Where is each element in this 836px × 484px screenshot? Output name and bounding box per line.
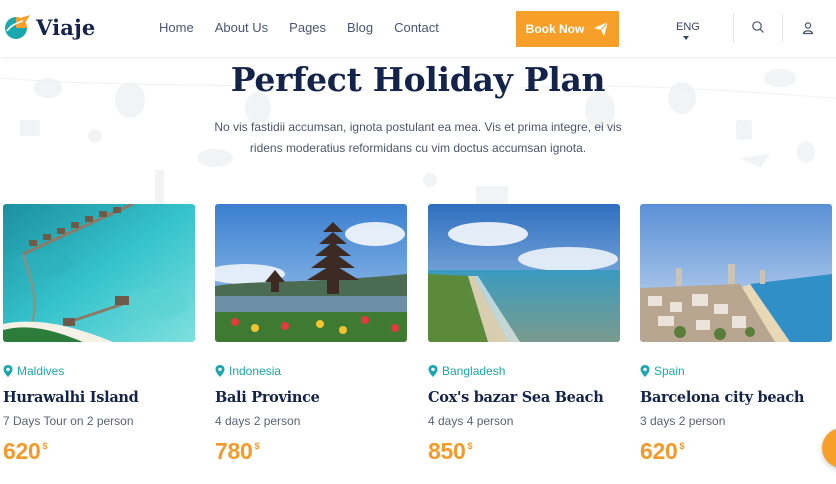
tour-card[interactable]: Indonesia Bali Province 4 days 2 person …	[215, 204, 407, 465]
user-icon[interactable]	[801, 21, 815, 35]
page-subtitle: No vis fastidii accumsan, ignota postula…	[214, 120, 622, 155]
tour-title[interactable]: Cox's bazar Sea Beach	[428, 389, 620, 406]
divider	[782, 14, 783, 42]
tour-location: Maldives	[3, 364, 195, 378]
brand-name: Viaje	[36, 14, 96, 40]
nav-item-pages[interactable]: Pages	[289, 20, 326, 35]
tour-location: Spain	[640, 364, 832, 378]
main-nav: Home About Us Pages Blog Contact	[159, 20, 439, 35]
map-pin-icon	[428, 365, 438, 377]
tour-price: 620 $	[640, 438, 832, 465]
tour-location-label: Spain	[654, 364, 685, 378]
tour-image-spain[interactable]	[640, 204, 832, 342]
tour-duration: 4 days 4 person	[428, 414, 514, 428]
tour-card[interactable]: Spain Barcelona city beach 3 days 2 pers…	[640, 204, 832, 465]
tour-card[interactable]: Bangladesh Cox's bazar Sea Beach 4 days …	[428, 204, 620, 465]
map-pin-icon	[215, 365, 225, 377]
tour-duration: 7 Days Tour on 2 person	[3, 414, 134, 428]
tour-duration: 4 days 2 person	[215, 414, 301, 428]
tour-duration: 3 days 2 person	[640, 414, 726, 428]
paper-plane-icon	[594, 21, 609, 36]
price-currency: $	[467, 441, 473, 451]
map-pin-icon	[640, 365, 650, 377]
book-now-label: Book Now	[525, 22, 585, 36]
site-header: Viaje Home About Us Pages Blog Contact B…	[0, 0, 836, 58]
price-currency: $	[254, 441, 260, 451]
page-title: Perfect Holiday Plan	[230, 60, 606, 99]
tour-image-bangladesh[interactable]	[428, 204, 620, 342]
tour-image-indonesia[interactable]	[215, 204, 407, 342]
tour-title[interactable]: Bali Province	[215, 389, 407, 406]
price-value: 620	[640, 438, 678, 464]
tour-title[interactable]: Hurawalhi Island	[3, 389, 195, 406]
caret-down-icon	[683, 36, 689, 40]
tour-title[interactable]: Barcelona city beach	[640, 389, 832, 406]
tour-card[interactable]: Maldives Hurawalhi Island 7 Days Tour on…	[3, 204, 195, 465]
tour-location: Indonesia	[215, 364, 407, 378]
price-currency: $	[679, 441, 685, 451]
logo[interactable]: Viaje	[3, 13, 95, 41]
price-currency: $	[42, 441, 48, 451]
tour-image-maldives[interactable]	[3, 204, 195, 342]
tour-location: Bangladesh	[428, 364, 620, 378]
language-value: ENG	[676, 21, 700, 33]
tour-location-label: Bangladesh	[442, 364, 506, 378]
globe-plane-logo-icon	[5, 15, 30, 39]
tour-location-label: Indonesia	[229, 364, 282, 378]
nav-item-blog[interactable]: Blog	[347, 20, 373, 35]
search-icon[interactable]	[751, 20, 765, 34]
map-pin-icon	[3, 365, 13, 377]
price-value: 780	[215, 438, 253, 464]
nav-item-home[interactable]: Home	[159, 20, 194, 35]
price-value: 620	[3, 438, 41, 464]
nav-item-about-us[interactable]: About Us	[215, 20, 268, 35]
price-value: 850	[428, 438, 466, 464]
tour-price: 620 $	[3, 438, 195, 465]
tour-price: 850 $	[428, 438, 620, 465]
language-select[interactable]: ENG	[676, 21, 700, 40]
divider	[733, 14, 734, 42]
tour-location-label: Maldives	[17, 364, 65, 378]
tour-price: 780 $	[215, 438, 407, 465]
nav-item-contact[interactable]: Contact	[394, 20, 439, 35]
book-now-button[interactable]: Book Now	[516, 11, 619, 47]
